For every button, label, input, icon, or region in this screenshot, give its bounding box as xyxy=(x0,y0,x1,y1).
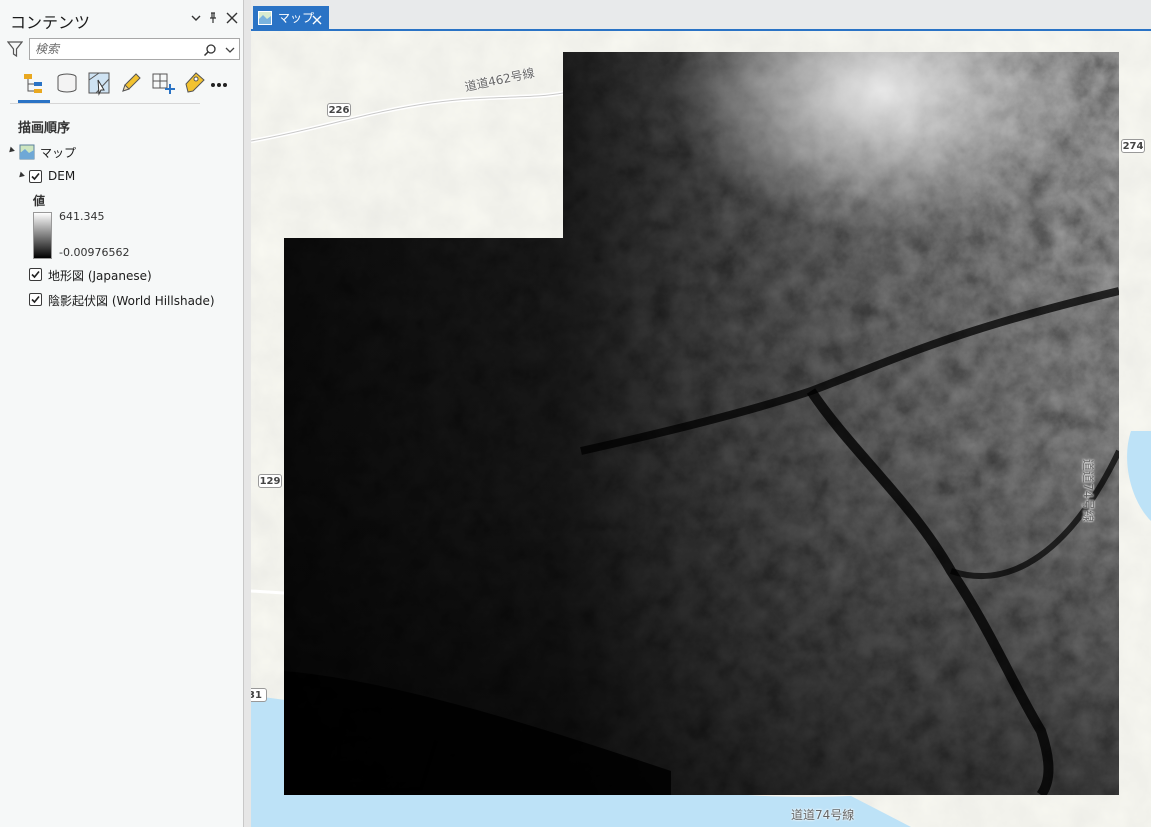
legend-color-ramp[interactable] xyxy=(33,212,52,259)
layer-checkbox-hillshade[interactable] xyxy=(29,293,42,306)
more-options-icon[interactable] xyxy=(208,70,234,96)
tab-map[interactable]: マップ xyxy=(253,6,329,29)
tree-item-topographic[interactable]: 地形図 (Japanese) xyxy=(16,267,236,285)
pin-icon[interactable] xyxy=(205,10,221,26)
map-icon xyxy=(19,144,35,163)
close-icon[interactable] xyxy=(224,10,240,26)
map-canvas[interactable]: 道道462号線 道道74号線 道道74号線 226 274 129 31 xyxy=(251,31,1151,827)
road-label: 道道74号線 xyxy=(791,808,855,822)
map-graphics xyxy=(251,31,1151,827)
list-by-selection-icon[interactable] xyxy=(86,70,112,96)
layer-label: 陰影起伏図 (World Hillshade) xyxy=(48,294,215,308)
chevron-down-icon[interactable] xyxy=(188,10,204,26)
tree-item-map[interactable]: マップ xyxy=(6,144,226,162)
layer-checkbox-topographic[interactable] xyxy=(29,268,42,281)
route-shield: 274 xyxy=(1121,139,1145,153)
tree-item-dem[interactable]: DEM xyxy=(16,169,216,187)
list-by-labeling-icon[interactable] xyxy=(182,70,208,96)
close-icon[interactable] xyxy=(311,11,323,25)
expand-arrow-icon[interactable] xyxy=(7,146,15,155)
layer-checkbox-dem[interactable] xyxy=(29,170,42,183)
layer-label: 地形図 (Japanese) xyxy=(48,269,152,283)
search-input[interactable] xyxy=(35,40,195,58)
tab-strip xyxy=(251,0,1151,30)
chevron-down-icon[interactable] xyxy=(224,42,236,56)
legend-max-value: 641.345 xyxy=(59,210,105,223)
list-by-editing-icon[interactable] xyxy=(118,70,144,96)
filter-icon[interactable] xyxy=(6,40,24,58)
tab-label: マップ xyxy=(278,11,315,25)
route-shield: 31 xyxy=(251,688,267,702)
route-shield: 129 xyxy=(258,474,282,488)
map-icon xyxy=(258,10,272,25)
list-by-drawing-order-icon[interactable] xyxy=(22,70,48,96)
tree-item-hillshade[interactable]: 陰影起伏図 (World Hillshade) xyxy=(16,292,241,310)
tree-item-label: マップ xyxy=(40,146,77,160)
section-title: 描画順序 xyxy=(18,121,71,136)
pane-title: コンテンツ xyxy=(10,13,91,32)
legend-label: 値 xyxy=(33,194,46,208)
divider xyxy=(10,103,200,104)
road-label: 道道74号線 xyxy=(1081,459,1095,523)
legend-min-value: -0.00976562 xyxy=(59,246,130,259)
layer-label: DEM xyxy=(48,169,76,183)
search-icon[interactable] xyxy=(203,42,217,57)
list-by-data-source-icon[interactable] xyxy=(54,70,80,96)
contents-pane: コンテンツ 検索 描画順序 マップ DEM 値 641.345 -0.00976… xyxy=(0,0,244,827)
list-by-snapping-icon[interactable] xyxy=(150,70,176,96)
expand-arrow-icon[interactable] xyxy=(17,171,25,180)
search-box[interactable] xyxy=(29,38,240,60)
route-shield: 226 xyxy=(327,103,351,117)
